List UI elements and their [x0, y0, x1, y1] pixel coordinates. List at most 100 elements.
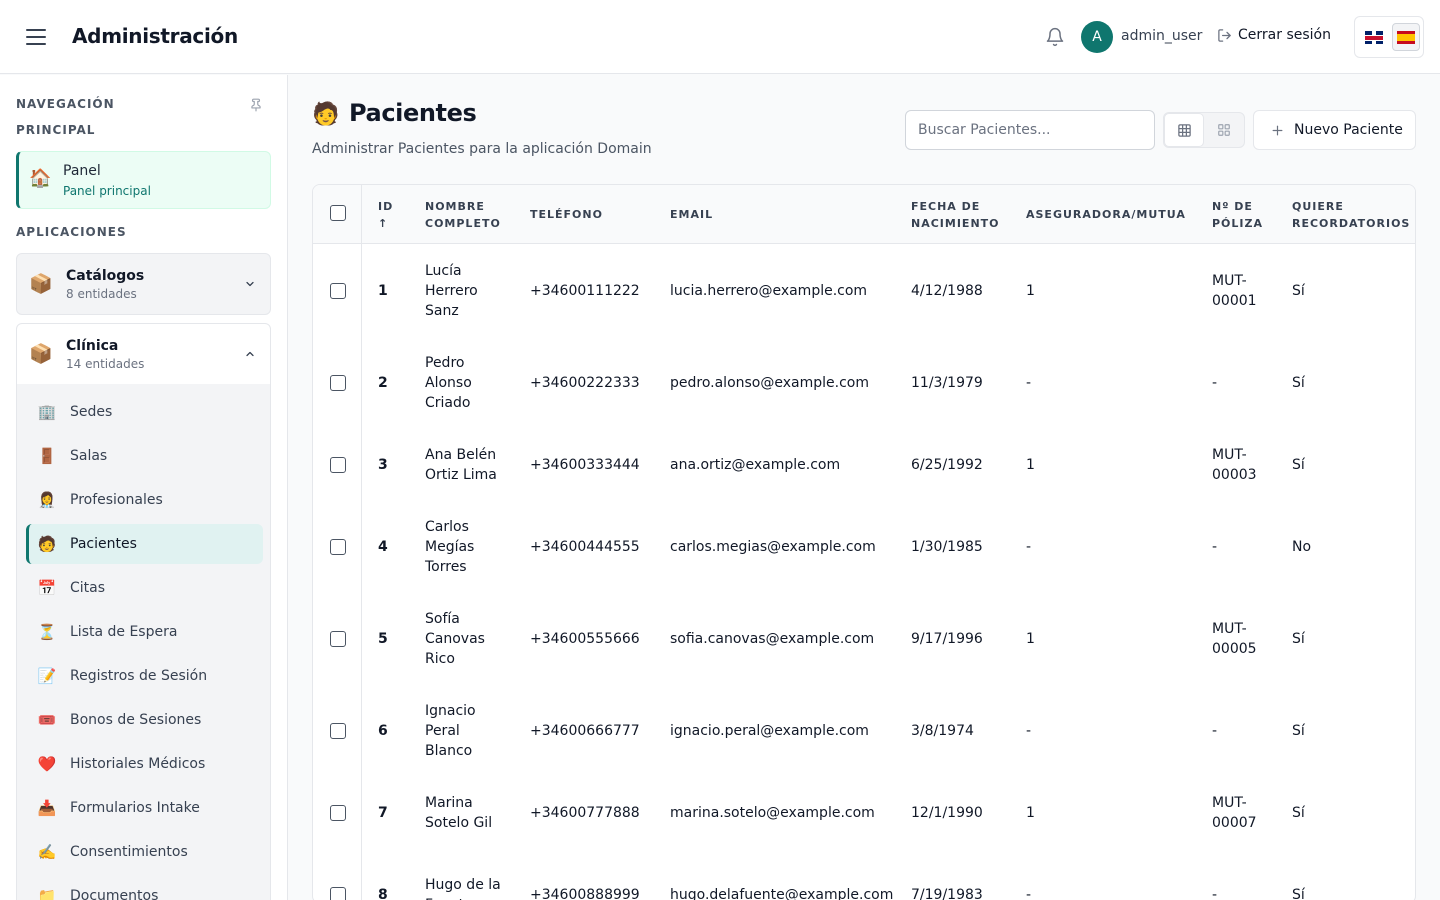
- page-subtitle: Administrar Pacientes para la aplicación…: [312, 141, 652, 157]
- new-patient-button[interactable]: Nuevo Paciente: [1253, 110, 1416, 150]
- menu-icon[interactable]: [26, 29, 46, 45]
- cell-name: Blanco: [425, 743, 473, 759]
- door-icon: 🚪: [37, 447, 57, 465]
- cell-name: Ignacio: [425, 703, 476, 719]
- cell-name: Torres: [425, 559, 467, 575]
- select-all-checkbox[interactable]: [330, 205, 346, 221]
- nav-label: NAVEGACIÓN: [16, 97, 115, 111]
- package-icon: 📦: [29, 273, 53, 295]
- cell-policy: MUT-: [1212, 447, 1247, 463]
- sidebar-item-citas[interactable]: 📅 Citas: [26, 568, 263, 608]
- row-checkbox[interactable]: [330, 631, 346, 647]
- sidebar-item-registros[interactable]: 📝 Registros de Sesión: [26, 656, 263, 696]
- cell-birth: 1/30/1985: [911, 539, 983, 555]
- cell-name: Fuente: [425, 895, 473, 900]
- cell-insurer: 1: [1026, 283, 1035, 299]
- sidebar-item-sedes[interactable]: 🏢 Sedes: [26, 392, 263, 432]
- sidebar-item-bonos[interactable]: 🎟️ Bonos de Sesiones: [26, 700, 263, 740]
- sidebar-item-lista-espera[interactable]: ⏳ Lista de Espera: [26, 612, 263, 652]
- cell-birth: 11/3/1979: [911, 375, 983, 391]
- cell-policy: MUT-: [1212, 273, 1247, 289]
- row-checkbox[interactable]: [330, 723, 346, 739]
- apps-label: APLICACIONES: [16, 225, 127, 239]
- flag-es-button[interactable]: [1392, 23, 1420, 51]
- column-header-policy[interactable]: Nº DE PÓLIZA: [1212, 198, 1263, 232]
- cell-name: Pedro: [425, 355, 465, 371]
- cell-birth: 3/8/1974: [911, 723, 974, 739]
- cell-id: 3: [378, 457, 388, 473]
- cell-policy: 00003: [1212, 467, 1257, 483]
- column-header-insurer[interactable]: ASEGURADORA/MUTUA: [1026, 206, 1186, 223]
- column-header-phone[interactable]: TELÉFONO: [530, 206, 603, 223]
- sidebar-item-label: Pacientes: [70, 536, 137, 552]
- cell-phone: +34600777888: [530, 805, 640, 821]
- bell-icon[interactable]: [1045, 27, 1065, 47]
- page-title: Pacientes: [349, 99, 477, 127]
- cell-birth: 6/25/1992: [911, 457, 983, 473]
- th-name-2: COMPLETO: [425, 217, 501, 230]
- column-header-birth[interactable]: FECHA DE NACIMIENTO: [911, 198, 1000, 232]
- flag-uk-button[interactable]: [1360, 23, 1388, 51]
- logout-button[interactable]: Cerrar sesión: [1217, 27, 1331, 43]
- table-view-button[interactable]: [1164, 113, 1204, 147]
- cell-id: 8: [378, 887, 388, 900]
- row-checkbox[interactable]: [330, 457, 346, 473]
- sidebar-item-label: Profesionales: [70, 492, 163, 508]
- cell-name: Peral: [425, 723, 460, 739]
- cell-name: Carlos: [425, 519, 469, 535]
- cell-phone: +34600555666: [530, 631, 640, 647]
- home-icon: 🏠: [29, 168, 52, 189]
- building-icon: 🏢: [37, 403, 57, 421]
- group-catalogos[interactable]: 📦 Catálogos 8 entidades: [16, 253, 271, 315]
- cell-reminders: Sí: [1292, 887, 1305, 900]
- memo-icon: 📝: [37, 667, 57, 685]
- sidebar-item-panel[interactable]: 🏠 Panel Panel principal: [16, 151, 271, 209]
- cell-name: Ana Belén: [425, 447, 497, 463]
- sidebar-item-label: Formularios Intake: [70, 800, 200, 816]
- column-header-reminders[interactable]: QUIERE RECORDATORIOS: [1292, 198, 1410, 232]
- cell-insurer: -: [1026, 887, 1032, 900]
- th-policy-2: PÓLIZA: [1212, 217, 1264, 230]
- grid-view-button[interactable]: [1204, 113, 1244, 147]
- grid-icon: [1218, 124, 1230, 136]
- cell-id: 1: [378, 283, 388, 299]
- cell-email: lucia.herrero@example.com: [670, 283, 868, 299]
- sidebar-item-formularios[interactable]: 📥 Formularios Intake: [26, 788, 263, 828]
- row-checkbox[interactable]: [330, 539, 346, 555]
- sidebar-item-salas[interactable]: 🚪 Salas: [26, 436, 263, 476]
- row-checkbox[interactable]: [330, 375, 346, 391]
- avatar[interactable]: A: [1081, 21, 1113, 53]
- column-header-name[interactable]: NOMBRE COMPLETO: [425, 198, 501, 232]
- pin-icon[interactable]: [249, 97, 263, 113]
- sidebar-item-consentimientos[interactable]: ✍️ Consentimientos: [26, 832, 263, 872]
- chevron-up-icon: [246, 351, 254, 357]
- cell-reminders: No: [1292, 539, 1312, 555]
- cell-name: Ortiz Lima: [425, 467, 497, 483]
- group-subtitle: 14 entidades: [66, 357, 145, 371]
- sidebar-item-documentos[interactable]: 📁 Documentos: [26, 876, 263, 900]
- cell-name: Canovas: [425, 631, 485, 647]
- sidebar-item-profesionales[interactable]: 👩‍⚕️ Profesionales: [26, 480, 263, 520]
- uk-flag-icon: [1365, 30, 1383, 44]
- group-clinica[interactable]: 📦 Clínica 14 entidades: [16, 323, 271, 385]
- row-checkbox[interactable]: [330, 887, 346, 900]
- column-header-id[interactable]: ID ↑: [378, 198, 393, 232]
- cell-name: Sanz: [425, 303, 459, 319]
- cell-birth: 4/12/1988: [911, 283, 983, 299]
- cell-name: Lucía: [425, 263, 462, 279]
- hourglass-icon: ⏳: [37, 623, 57, 641]
- sidebar-item-historiales[interactable]: ❤️ Historiales Médicos: [26, 744, 263, 784]
- cell-email: hugo.delafuente@example.com: [670, 887, 894, 900]
- cell-reminders: Sí: [1292, 631, 1305, 647]
- cell-insurer: -: [1026, 375, 1032, 391]
- row-checkbox[interactable]: [330, 805, 346, 821]
- column-header-email[interactable]: EMAIL: [670, 206, 713, 223]
- cell-id: 7: [378, 805, 388, 821]
- cell-reminders: Sí: [1292, 283, 1305, 299]
- username[interactable]: admin_user: [1121, 28, 1202, 44]
- row-checkbox[interactable]: [330, 283, 346, 299]
- doctor-icon: 👩‍⚕️: [37, 491, 57, 509]
- search-input[interactable]: [905, 110, 1155, 150]
- language-switcher: [1354, 16, 1424, 58]
- sidebar-item-pacientes[interactable]: 🧑 Pacientes: [26, 524, 263, 564]
